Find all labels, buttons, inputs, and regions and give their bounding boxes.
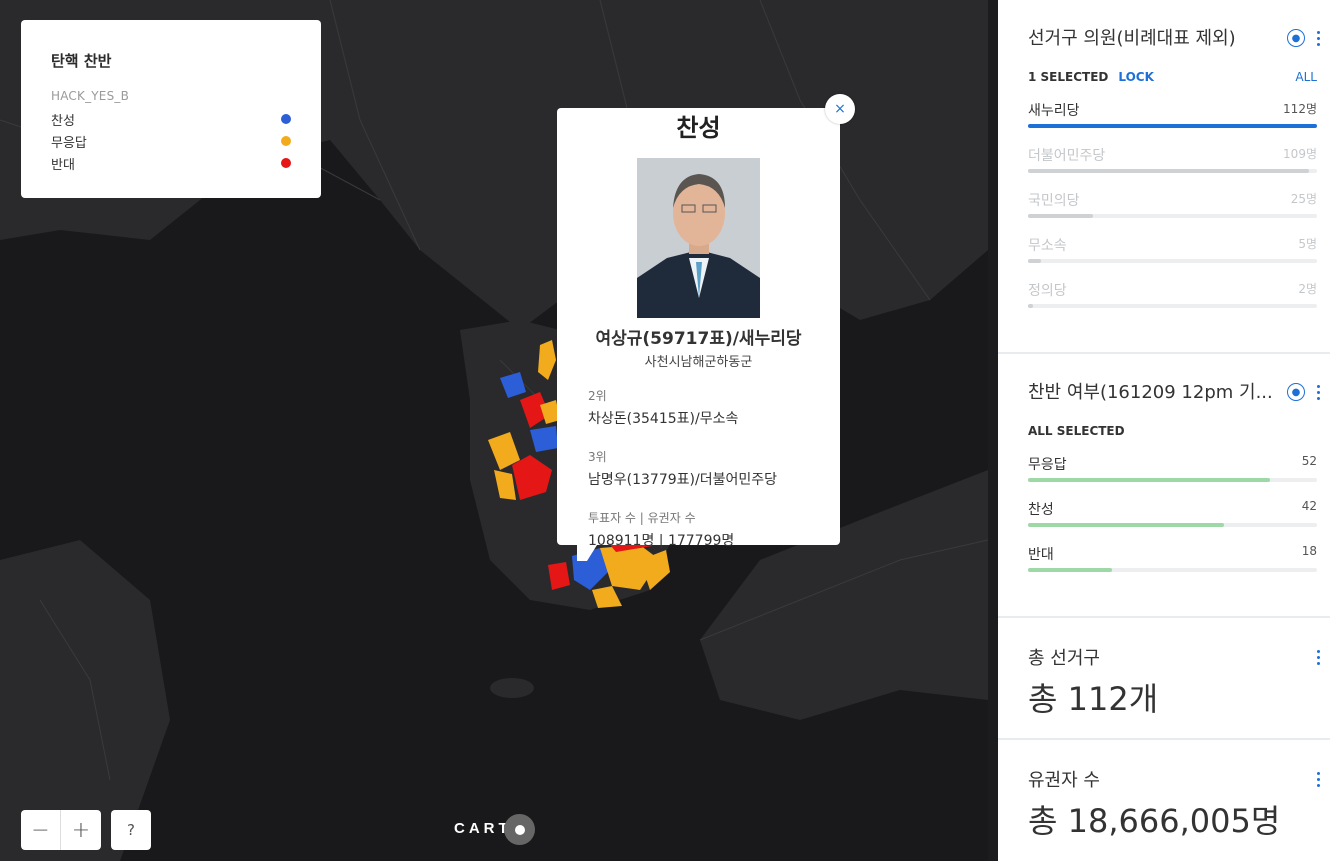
category-item[interactable]: 국민의당 25명 xyxy=(1028,180,1317,225)
category-bar xyxy=(1028,478,1317,482)
third-place-label: 3위 xyxy=(588,450,607,464)
zoom-out-button[interactable]: − xyxy=(21,810,61,850)
more-options-icon[interactable] xyxy=(1316,383,1320,401)
popup-pointer xyxy=(577,545,597,561)
legend-dot-icon xyxy=(281,158,291,168)
vote-widget: ● 찬반 여부(161209 12pm 기... ALL SELECTED 무응… xyxy=(998,354,1330,616)
votes-value: 108911명 | 177799명 xyxy=(588,533,735,549)
select-all-button[interactable]: ALL xyxy=(1295,70,1317,84)
category-name: 더불어민주당 xyxy=(1028,148,1106,164)
legend-item-no: 반대 xyxy=(51,152,292,174)
widgets-sidebar: ● 선거구 의원(비례대표 제외) 1 SELECTED LOCK ALL 새누리… xyxy=(998,0,1330,861)
candidate-photo xyxy=(637,158,760,318)
party-widget: ● 선거구 의원(비례대표 제외) 1 SELECTED LOCK ALL 새누리… xyxy=(998,0,1330,352)
category-bar xyxy=(1028,259,1317,263)
category-item[interactable]: 무소속 5명 xyxy=(1028,225,1317,270)
category-bar xyxy=(1028,169,1317,173)
category-item[interactable]: 더불어민주당 109명 xyxy=(1028,135,1317,180)
legend-dot-icon xyxy=(281,136,291,146)
category-bar-fill xyxy=(1028,169,1310,173)
category-name: 정의당 xyxy=(1028,283,1067,299)
category-bar xyxy=(1028,568,1317,572)
category-count: 42 xyxy=(1301,499,1317,513)
legend-field: HACK_YES_B xyxy=(51,89,130,103)
votes-label: 투표자 수 | 유권자 수 xyxy=(588,511,696,525)
lock-button[interactable]: LOCK xyxy=(1118,70,1154,84)
category-name: 새누리당 xyxy=(1028,103,1080,119)
legend-dot-icon xyxy=(281,114,291,124)
widget-title: 유권자 수 xyxy=(1028,770,1100,791)
more-options-icon[interactable] xyxy=(1316,770,1320,788)
more-options-icon[interactable] xyxy=(1316,648,1320,666)
zoom-in-button[interactable]: + xyxy=(61,810,101,850)
legend-item-yes: 찬성 xyxy=(51,108,292,130)
voters-total: 총 18,666,005명 xyxy=(1028,802,1281,840)
category-count: 5명 xyxy=(1298,237,1317,251)
category-count: 109명 xyxy=(1283,147,1317,161)
category-bar-fill xyxy=(1028,259,1041,263)
category-item[interactable]: 새누리당 112명 xyxy=(1028,90,1317,135)
districts-total: 총 112개 xyxy=(1028,680,1159,718)
category-bar-fill xyxy=(1028,523,1224,527)
widget-title: 총 선거구 xyxy=(1028,648,1100,669)
map-legend: 탄핵 찬반 HACK_YES_B 찬성 무응답 반대 xyxy=(21,20,321,198)
category-count: 112명 xyxy=(1283,102,1317,116)
portrait-image xyxy=(637,158,760,318)
close-icon[interactable]: × xyxy=(825,94,855,124)
map-canvas[interactable]: 탄핵 찬반 HACK_YES_B 찬성 무응답 반대 × 찬성 여상규(5971… xyxy=(0,0,988,861)
category-name: 국민의당 xyxy=(1028,193,1080,209)
zoom-control: − + xyxy=(21,810,101,850)
districts-widget: 총 선거구 총 112개 xyxy=(998,618,1330,738)
voters-widget: 유권자 수 총 18,666,005명 xyxy=(998,740,1330,861)
second-place-value: 차상돈(35415표)/무소속 xyxy=(588,411,739,427)
legend-item-label: 반대 xyxy=(51,157,75,173)
category-bar-fill xyxy=(1028,478,1271,482)
help-button[interactable]: ? xyxy=(111,810,151,850)
category-bar xyxy=(1028,523,1317,527)
category-count: 52 xyxy=(1301,454,1317,468)
district-popup: × 찬성 여상규(59717표)/새누리당 사천시남해군하동군 2위 차상돈(3… xyxy=(557,94,855,561)
legend-item-label: 찬성 xyxy=(51,113,75,129)
category-item[interactable]: 무응답 52 xyxy=(1028,444,1317,489)
winner-name: 여상규(59717표)/새누리당 xyxy=(595,329,802,349)
widget-title: 찬반 여부(161209 12pm 기... xyxy=(1028,382,1273,403)
color-by-drop-icon[interactable]: ● xyxy=(1287,29,1305,47)
legend-title: 탄핵 찬반 xyxy=(51,52,112,70)
category-bar xyxy=(1028,304,1317,308)
carto-logo-mark-icon xyxy=(504,814,535,845)
category-name: 무응답 xyxy=(1028,457,1067,473)
widget-title: 선거구 의원(비례대표 제외) xyxy=(1028,28,1236,49)
color-by-drop-icon[interactable]: ● xyxy=(1287,383,1305,401)
legend-item-label: 무응답 xyxy=(51,135,87,151)
legend-item-noresponse: 무응답 xyxy=(51,130,292,152)
more-options-icon[interactable] xyxy=(1316,29,1320,47)
category-name: 반대 xyxy=(1028,547,1054,563)
district-name: 사천시남해군하동군 xyxy=(644,355,753,370)
category-count: 2명 xyxy=(1298,282,1317,296)
category-name: 찬성 xyxy=(1028,502,1054,518)
category-item[interactable]: 정의당 2명 xyxy=(1028,270,1317,315)
category-item[interactable]: 찬성 42 xyxy=(1028,489,1317,534)
category-bar-fill xyxy=(1028,568,1112,572)
popup-title: 찬성 xyxy=(676,114,721,142)
category-bar-fill xyxy=(1028,304,1034,308)
category-bar xyxy=(1028,124,1317,128)
third-place-value: 남명우(13779표)/더불어민주당 xyxy=(588,472,777,488)
second-place-label: 2위 xyxy=(588,389,607,403)
selection-status: ALL SELECTED xyxy=(1028,424,1125,438)
category-bar xyxy=(1028,214,1317,218)
category-bar-fill xyxy=(1028,214,1093,218)
category-item[interactable]: 반대 18 xyxy=(1028,534,1317,579)
category-count: 18 xyxy=(1301,544,1317,558)
category-count: 25명 xyxy=(1290,192,1317,206)
category-bar-fill xyxy=(1028,124,1317,128)
category-name: 무소속 xyxy=(1028,238,1067,254)
selection-count: 1 SELECTED xyxy=(1028,70,1109,84)
